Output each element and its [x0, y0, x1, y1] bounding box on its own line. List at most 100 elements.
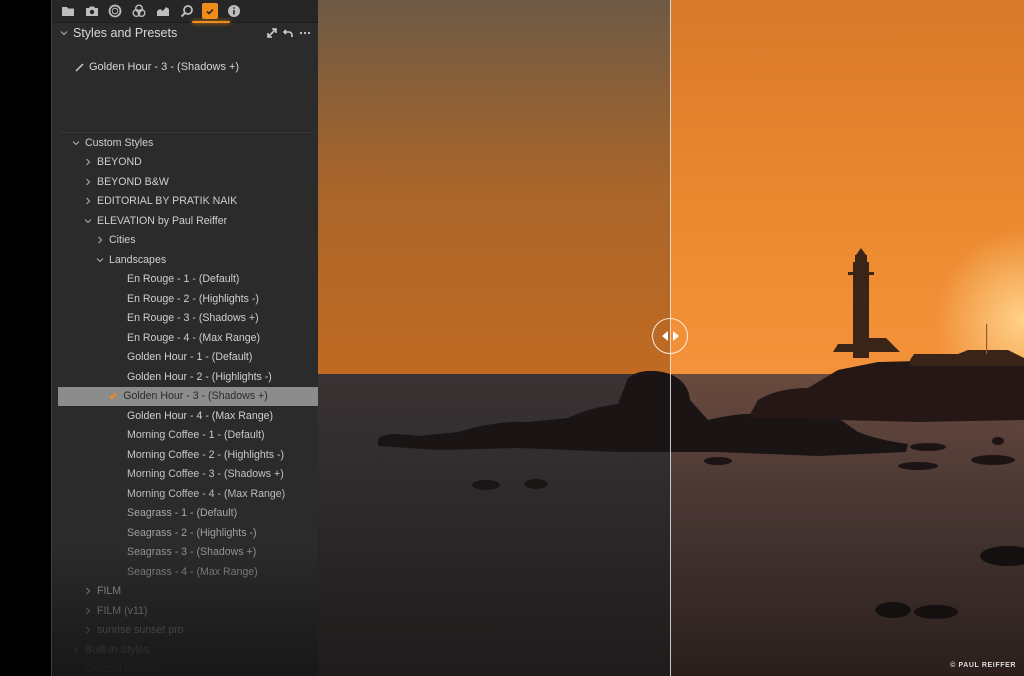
style-label: Golden Hour - 1 - (Default) [127, 351, 253, 364]
tree-label: ELEVATION by Paul Reiffer [97, 214, 228, 227]
chevron-right-icon [83, 606, 93, 616]
style-item[interactable]: Morning Coffee - 2 - (Highlights -) [52, 445, 319, 465]
style-label: Seagrass - 2 - (Highlights -) [127, 526, 257, 539]
style-label: Morning Coffee - 1 - (Default) [127, 429, 265, 442]
tool-header: Styles and Presets [52, 23, 319, 45]
brush-icon [75, 62, 84, 72]
tree-item-built-in-styles[interactable]: Built-in Styles [52, 640, 319, 660]
folder-icon [62, 7, 74, 16]
style-item[interactable]: En Rouge - 4 - (Max Range) [52, 328, 319, 348]
chevron-right-icon [83, 157, 93, 167]
chevron-right-icon [83, 177, 93, 187]
tab-color[interactable] [131, 3, 147, 19]
split-handle[interactable] [652, 318, 688, 354]
tree-label: Cities [109, 234, 136, 247]
style-item[interactable]: Golden Hour - 4 - (Max Range) [52, 406, 319, 426]
style-item[interactable]: Morning Coffee - 4 - (Max Range) [52, 484, 319, 504]
style-label: Seagrass - 4 - (Max Range) [127, 565, 258, 578]
style-label: Golden Hour - 4 - (Max Range) [127, 409, 274, 422]
style-item[interactable]: Morning Coffee - 3 - (Shadows +) [52, 465, 319, 485]
tree-item-sunrise-sunset-pro[interactable]: sunrise sunset pro [52, 621, 319, 641]
exposure-icon [157, 7, 169, 16]
tree-label: EDITORIAL BY PRATIK NAIK [97, 195, 238, 208]
tab-exposure[interactable] [155, 3, 171, 19]
style-item[interactable]: Seagrass - 1 - (Default) [52, 504, 319, 524]
style-label: En Rouge - 2 - (Highlights -) [127, 292, 259, 305]
tree-label: BEYOND [97, 156, 142, 169]
tab-metadata[interactable] [226, 3, 242, 19]
style-item[interactable]: Seagrass - 2 - (Highlights -) [52, 523, 319, 543]
tree-item-elevation[interactable]: ELEVATION by Paul Reiffer [52, 211, 319, 231]
tree-item-beyond[interactable]: BEYOND [52, 153, 319, 173]
details-icon [180, 5, 193, 18]
style-item[interactable]: Morning Coffee - 1 - (Default) [52, 426, 319, 446]
style-item[interactable]: En Rouge - 2 - (Highlights -) [52, 289, 319, 309]
arrow-left-icon [661, 331, 668, 341]
tree-item-editorial[interactable]: EDITORIAL BY PRATIK NAIK [52, 192, 319, 212]
tool-title: Styles and Presets [73, 26, 178, 40]
chevron-right-icon [95, 235, 105, 245]
style-item[interactable]: Golden Hour - 2 - (Highlights -) [52, 367, 319, 387]
tab-details[interactable] [179, 3, 195, 19]
tab-capture[interactable] [84, 3, 100, 19]
tree-item-custom-styles[interactable]: Custom Styles [52, 133, 319, 153]
tree-label: Custom Styles [85, 136, 154, 149]
chevron-down-icon [83, 216, 93, 226]
style-item[interactable]: En Rouge - 1 - (Default) [52, 270, 319, 290]
clipboard-check-icon [206, 8, 214, 15]
tree-label: FILM (v11) [97, 604, 148, 617]
tree-label: Landscapes [109, 253, 167, 266]
tree-label: Custom Presets [85, 663, 161, 676]
arrow-right-icon [672, 331, 679, 341]
style-item[interactable]: Seagrass - 4 - (Max Range) [52, 562, 319, 582]
chevron-right-icon [83, 196, 93, 206]
tree-item-landscapes[interactable]: Landscapes [52, 250, 319, 270]
more-options-icon[interactable] [299, 31, 311, 35]
tree-item-custom-presets[interactable]: Custom Presets [52, 660, 319, 676]
checkmark-icon: ✔ [109, 390, 119, 403]
chevron-down-icon[interactable] [59, 28, 69, 38]
chevron-down-icon [95, 255, 105, 265]
copyright-watermark: © PAUL REIFFER [950, 662, 1016, 669]
tab-lens[interactable] [107, 3, 123, 19]
style-item[interactable]: ✔ Golden Hour - 3 - (Shadows +) [58, 386, 319, 406]
chevron-right-icon [71, 645, 81, 655]
tool-panel: Styles and Presets Golden Hour - 3 - (Sh… [51, 0, 319, 676]
expand-icon[interactable] [267, 28, 277, 38]
style-label: Morning Coffee - 4 - (Max Range) [127, 487, 286, 500]
style-item[interactable]: Seagrass - 3 - (Shadows +) [52, 543, 319, 563]
tool-tabs-toolbar [52, 0, 319, 23]
lens-icon [108, 4, 122, 18]
style-label: En Rouge - 3 - (Shadows +) [127, 312, 259, 325]
style-label: Seagrass - 1 - (Default) [127, 507, 238, 520]
chevron-down-icon [71, 138, 81, 148]
style-label: En Rouge - 1 - (Default) [127, 273, 240, 286]
camera-icon [86, 6, 98, 16]
style-item[interactable]: Golden Hour - 1 - (Default) [52, 348, 319, 368]
color-icon [132, 4, 146, 17]
style-label: Seagrass - 3 - (Shadows +) [127, 546, 257, 559]
style-label: Golden Hour - 3 - (Shadows +) [123, 390, 268, 403]
chevron-right-icon [83, 625, 93, 635]
style-label: Morning Coffee - 2 - (Highlights -) [127, 448, 285, 461]
tree-label: Built-in Styles [85, 643, 150, 656]
applied-style: Golden Hour - 3 - (Shadows +) [75, 61, 239, 73]
tree-item-film[interactable]: FILM [52, 582, 319, 602]
tree-label: sunrise sunset pro [97, 624, 184, 637]
style-label: Golden Hour - 2 - (Highlights -) [127, 370, 272, 383]
tree-item-film-v11[interactable]: FILM (v11) [52, 601, 319, 621]
tab-library[interactable] [60, 3, 76, 19]
style-item[interactable]: En Rouge - 3 - (Shadows +) [52, 309, 319, 329]
style-label: En Rouge - 4 - (Max Range) [127, 331, 261, 344]
reset-icon[interactable] [283, 28, 293, 38]
applied-style-label: Golden Hour - 3 - (Shadows +) [89, 61, 240, 73]
info-icon [228, 5, 240, 17]
tree-item-cities[interactable]: Cities [52, 231, 319, 251]
tree-item-beyond-bw[interactable]: BEYOND B&W [52, 172, 319, 192]
left-margin [0, 0, 51, 676]
image-viewer[interactable]: © PAUL REIFFER [318, 0, 1024, 676]
tree-label: FILM [97, 585, 122, 598]
tree-label: BEYOND B&W [97, 175, 169, 188]
tab-adjustments[interactable] [202, 3, 218, 19]
chevron-right-icon [83, 586, 93, 596]
